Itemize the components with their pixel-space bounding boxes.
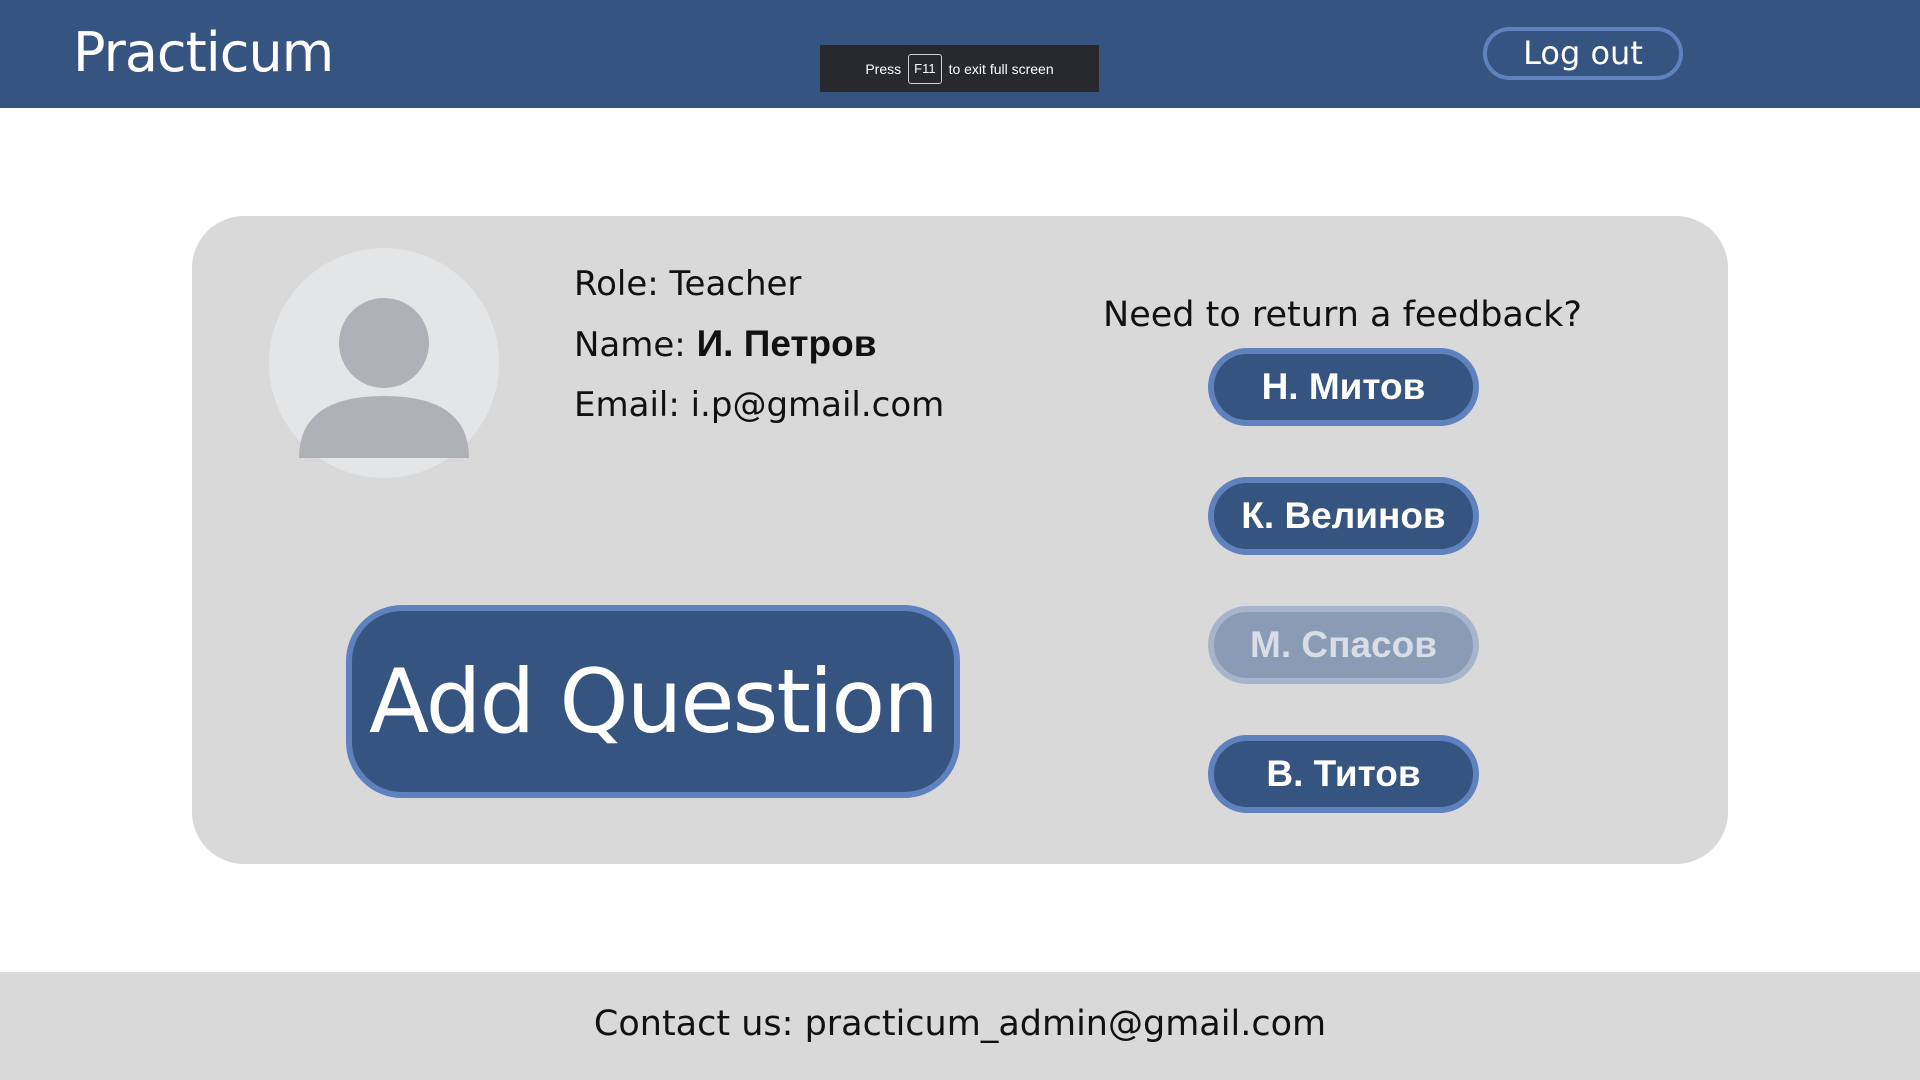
feedback-prompt: Need to return a feedback? bbox=[1103, 295, 1582, 335]
practicum-logo[interactable]: Practicum bbox=[73, 22, 334, 84]
feedback-student-button[interactable]: К. Велинов bbox=[1208, 477, 1479, 555]
name-label: Name: bbox=[574, 325, 686, 365]
name-value: И. Петров bbox=[696, 323, 877, 364]
email-label: Email: bbox=[574, 385, 680, 425]
profile-role: Role: Teacher bbox=[574, 264, 801, 304]
user-avatar-icon bbox=[269, 248, 499, 478]
contact-email[interactable]: practicum_admin@gmail.com bbox=[805, 1004, 1327, 1044]
feedback-student-button[interactable]: В. Титов bbox=[1208, 735, 1479, 813]
page-footer: Contact us: practicum_admin@gmail.com bbox=[0, 972, 1920, 1080]
profile-name: Name: И. Петров bbox=[574, 323, 877, 366]
logout-button[interactable]: Log out bbox=[1483, 27, 1683, 80]
top-navigation-bar: Practicum Press F11 to exit full screen … bbox=[0, 0, 1920, 108]
email-value: i.p@gmail.com bbox=[690, 385, 945, 425]
fullscreen-notice-prefix: Press bbox=[865, 60, 902, 77]
contact-info: Contact us: practicum_admin@gmail.com bbox=[0, 1002, 1920, 1046]
add-question-button[interactable]: Add Question bbox=[346, 605, 960, 798]
role-label: Role: bbox=[574, 264, 659, 304]
fullscreen-exit-notice: Press F11 to exit full screen bbox=[820, 45, 1099, 92]
profile-email: Email: i.p@gmail.com bbox=[574, 385, 944, 425]
feedback-student-button-disabled[interactable]: М. Спасов bbox=[1208, 606, 1479, 684]
fullscreen-notice-suffix: to exit full screen bbox=[948, 60, 1054, 77]
feedback-student-button[interactable]: Н. Митов bbox=[1208, 348, 1479, 426]
role-value: Teacher bbox=[669, 264, 802, 304]
f11-key-badge: F11 bbox=[908, 53, 942, 84]
contact-label: Contact us: bbox=[593, 1004, 794, 1044]
